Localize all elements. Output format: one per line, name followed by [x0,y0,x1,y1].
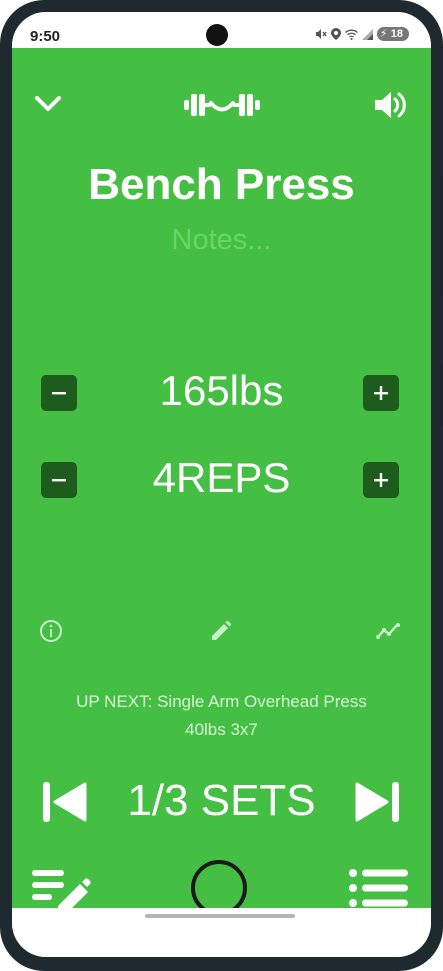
reps-value[interactable]: 4REPS [92,454,351,502]
decrease-weight-button[interactable] [41,375,77,411]
up-next-exercise: UP NEXT: Single Arm Overhead Press [76,692,367,711]
previous-set-button[interactable] [41,780,89,824]
list-icon [349,869,408,907]
collapse-button[interactable] [30,90,66,118]
phone-frame: 9:50 ⚡ 18 Bench Press Notes... 165lbs 4R… [0,0,443,971]
system-navigation-bar [12,908,431,957]
weight-value[interactable]: 165lbs [92,367,351,415]
volume-icon [375,92,406,118]
progress-chart-button[interactable] [376,618,402,644]
screen: 9:50 ⚡ 18 Bench Press Notes... 165lbs 4R… [12,12,431,957]
home-gesture-handle[interactable] [145,914,295,918]
chevron-down-icon [35,96,61,111]
up-next-details: 40lbs 3x7 [185,720,258,739]
plus-icon [374,386,388,400]
exercise-title[interactable]: Bench Press [12,160,431,210]
edit-exercise-button[interactable] [208,618,234,644]
front-camera [206,24,228,46]
sound-button[interactable] [370,88,410,122]
up-next-panel: UP NEXT: Single Arm Overhead Press 40lbs… [12,688,431,744]
battery-indicator: ⚡ 18 [376,27,409,41]
notes-field[interactable]: Notes... [12,224,431,257]
minus-icon [52,479,66,482]
decrease-reps-button[interactable] [41,462,77,498]
status-icons: ⚡ 18 [315,27,409,41]
dumbbell-logo-icon [184,94,260,116]
app-logo [178,88,266,122]
reps-stepper: 4REPS [12,454,431,501]
status-time: 9:50 [30,28,61,45]
location-icon [330,28,341,40]
trend-chart-icon [376,623,400,639]
sets-counter: 1/3 SETS [127,776,316,825]
skip-next-icon [355,782,399,822]
weight-stepper: 165lbs [12,367,431,414]
sets-navigator: 1/3 SETS [12,770,431,830]
pencil-icon [212,621,231,640]
workout-list-button[interactable] [348,868,410,908]
next-set-button[interactable] [353,780,401,824]
mute-icon [315,28,327,40]
info-icon [40,620,62,642]
plus-icon [374,473,388,487]
skip-previous-icon [43,782,87,822]
battery-charging-icon: ⚡ [379,28,388,40]
wifi-icon [344,29,358,40]
minus-icon [52,392,66,395]
workout-screen: Bench Press Notes... 165lbs 4REPS UP NEX… [12,48,431,957]
increase-reps-button[interactable] [363,462,399,498]
signal-icon [361,28,373,40]
increase-weight-button[interactable] [363,375,399,411]
info-button[interactable] [38,618,64,644]
status-bar: 9:50 ⚡ 18 [12,12,431,48]
battery-level: 18 [390,28,403,40]
